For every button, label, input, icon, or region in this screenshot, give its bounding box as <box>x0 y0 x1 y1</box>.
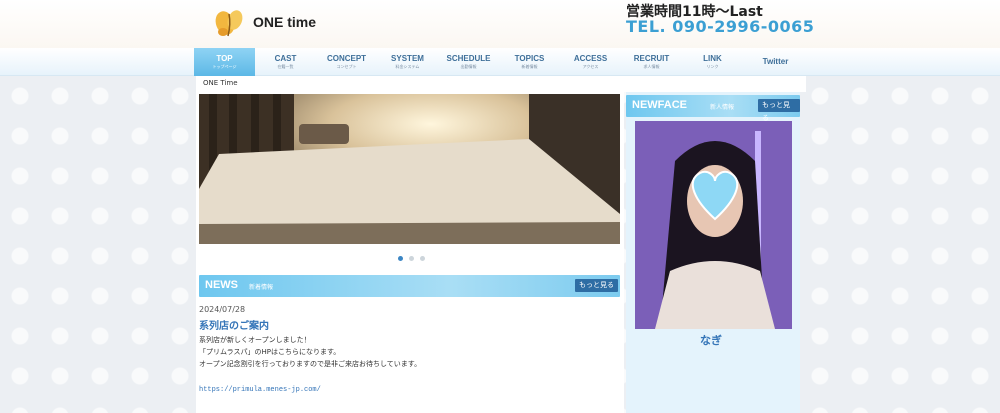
nav-sublabel: 料金システム <box>395 64 420 69</box>
nav-label: RECRUIT <box>633 54 670 63</box>
nav-label: CONCEPT <box>326 54 367 63</box>
breadcrumb-bar <box>196 76 806 92</box>
nav-item-cast[interactable]: CAST 在籍一覧 <box>255 48 316 76</box>
newface-header: NEWFACE 新人情報 もっと見る <box>626 95 800 122</box>
nav-item-access[interactable]: ACCESS アクセス <box>560 48 621 76</box>
nav-label: TOPICS <box>514 54 545 63</box>
butterfly-logo-icon[interactable] <box>212 6 246 40</box>
nav-sublabel: リンク <box>706 64 719 69</box>
cast-name[interactable]: なぎ <box>700 332 722 348</box>
nav-sublabel: アクセス <box>582 64 599 69</box>
news-date: 2024/07/28 <box>199 305 246 314</box>
nav-label: CAST <box>274 54 297 63</box>
nav-label: SCHEDULE <box>446 54 491 63</box>
nav-sublabel: 在籍一覧 <box>277 64 294 69</box>
nav-label: TOP <box>216 54 233 63</box>
nav-sublabel: トップページ <box>212 64 237 69</box>
nav-item-recruit[interactable]: RECRUIT 求人情報 <box>621 48 682 76</box>
nav-item-system[interactable]: SYSTEM 料金システム <box>377 48 438 76</box>
slider-dot[interactable] <box>409 256 414 261</box>
cast-photo-image <box>635 121 792 329</box>
newface-heading: NEWFACE <box>632 99 687 111</box>
room-photo <box>199 94 620 244</box>
nav-label: Twitter <box>762 57 789 66</box>
hero-slider[interactable] <box>199 94 620 244</box>
slider-dot[interactable] <box>420 256 425 261</box>
nav-sublabel: 新着情報 <box>521 64 538 69</box>
nav-label: ACCESS <box>573 54 608 63</box>
news-line: 「プリムラスパ」のHPはこちらになります。 <box>199 348 341 356</box>
nav-item-top[interactable]: TOP トップページ <box>194 48 255 76</box>
nav-label: SYSTEM <box>391 54 424 63</box>
news-title[interactable]: 系列店のご案内 <box>199 317 269 332</box>
news-link[interactable]: https://primula.menes-jp.com/ <box>199 386 321 394</box>
breadcrumb[interactable]: ONE Time <box>203 79 238 87</box>
news-more-button[interactable]: もっと見る <box>575 279 618 292</box>
nav-item-twitter[interactable]: Twitter <box>745 48 806 76</box>
nav-sublabel: コンセプト <box>336 64 357 69</box>
cast-photo[interactable] <box>635 121 792 329</box>
newface-subheading: 新人情報 <box>710 104 735 111</box>
news-line: 系列店が新しくオープンしました！ <box>199 336 311 344</box>
news-body: 系列店が新しくオープンしました！ 「プリムラスパ」のHPはこちらになります。 オ… <box>199 334 421 370</box>
nav-item-link[interactable]: LINK リンク <box>682 48 743 76</box>
nav-sublabel: 求人情報 <box>643 64 660 69</box>
phone-number[interactable]: TEL. 090-2996-0065 <box>626 17 814 36</box>
nav-item-topics[interactable]: TOPICS 新着情報 <box>499 48 560 76</box>
newface-more-button[interactable]: もっと見る <box>758 99 800 122</box>
global-nav: TOP トップページ CAST 在籍一覧 CONCEPT コンセプト SYSTE… <box>0 48 1000 76</box>
nav-item-concept[interactable]: CONCEPT コンセプト <box>316 48 377 76</box>
site-name[interactable]: ONE time <box>253 14 316 30</box>
nav-item-schedule[interactable]: SCHEDULE 出勤情報 <box>438 48 499 76</box>
slider-dot[interactable] <box>398 256 403 261</box>
site-header: ONE time 営業時間11時～Last TEL. 090-2996-0065 <box>0 0 1000 48</box>
news-line: オープン記念割引を行っておりますので是非ご来店お待ちしています。 <box>199 360 422 368</box>
news-header: NEWS 新着情報 もっと見る <box>199 275 620 297</box>
nav-label: LINK <box>703 54 722 63</box>
news-subheading: 新着情報 <box>249 284 274 291</box>
slider-dots <box>398 256 425 261</box>
news-heading: NEWS <box>205 279 238 291</box>
nav-sublabel: 出勤情報 <box>460 64 477 69</box>
